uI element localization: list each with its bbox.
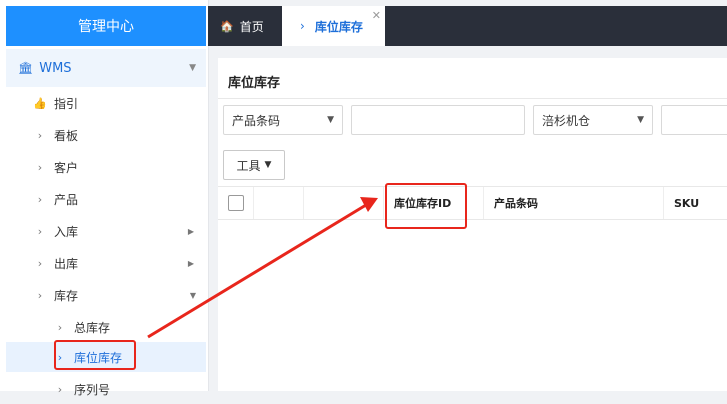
arrow-line (147, 203, 367, 339)
annotation-arrow (147, 197, 378, 339)
arrow-head (360, 197, 378, 212)
